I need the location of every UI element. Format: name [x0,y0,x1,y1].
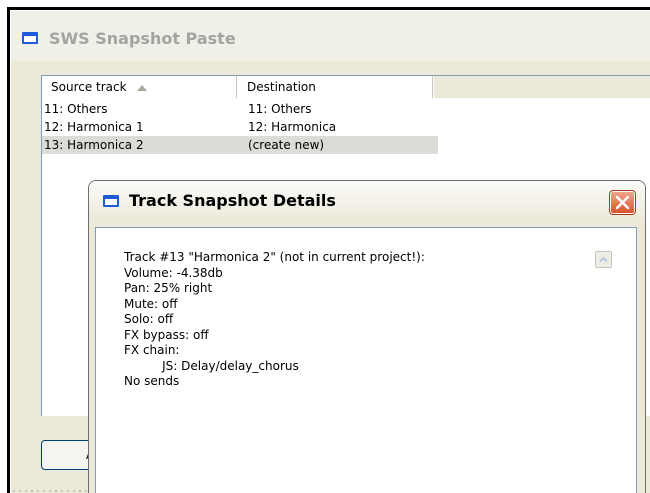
column-header-destination-label: Destination [247,80,316,94]
destination-cell: (create new) [248,138,325,152]
column-header-destination[interactable]: Destination [238,76,433,98]
list-row[interactable]: 12: Harmonica 1 12: Harmonica [42,118,438,136]
dialog-title: Track Snapshot Details [129,191,336,210]
track-snapshot-details-dialog: Track Snapshot Details Track #13 "Harmon… [88,180,646,493]
source-track-cell: 12: Harmonica 1 [44,120,144,134]
close-icon [615,195,630,210]
details-text: Track #13 "Harmonica 2" (not in current … [124,250,425,388]
list-header: Source track Destination [42,76,650,98]
list-rows: 11: Others 11: Others 12: Harmonica 1 12… [42,100,650,154]
column-header-source-label: Source track [51,80,127,94]
details-textbox[interactable]: Track #13 "Harmonica 2" (not in current … [95,227,637,493]
window-icon [103,195,119,207]
source-track-cell: 13: Harmonica 2 [44,138,144,152]
destination-cell: 11: Others [248,102,312,116]
source-track-cell: 11: Others [44,102,108,116]
column-header-filler [434,76,650,98]
list-row[interactable]: 11: Others 11: Others [42,100,438,118]
chevron-up-icon [599,256,608,263]
snapshot-paste-titlebar[interactable]: SWS Snapshot Paste [11,11,650,61]
column-header-source[interactable]: Source track [42,76,237,98]
close-button[interactable] [609,190,636,215]
destination-cell: 12: Harmonica [248,120,337,134]
window-title: SWS Snapshot Paste [49,29,236,48]
window-icon [22,32,38,44]
scroll-up-button[interactable] [595,251,612,268]
sort-ascending-icon [136,84,147,91]
screenshot-frame: SWS Snapshot Paste Source track Destinat… [7,7,650,493]
details-titlebar[interactable]: Track Snapshot Details [89,181,645,221]
resize-grip[interactable] [11,489,91,493]
list-row-selected[interactable]: 13: Harmonica 2 (create new) [42,136,438,154]
